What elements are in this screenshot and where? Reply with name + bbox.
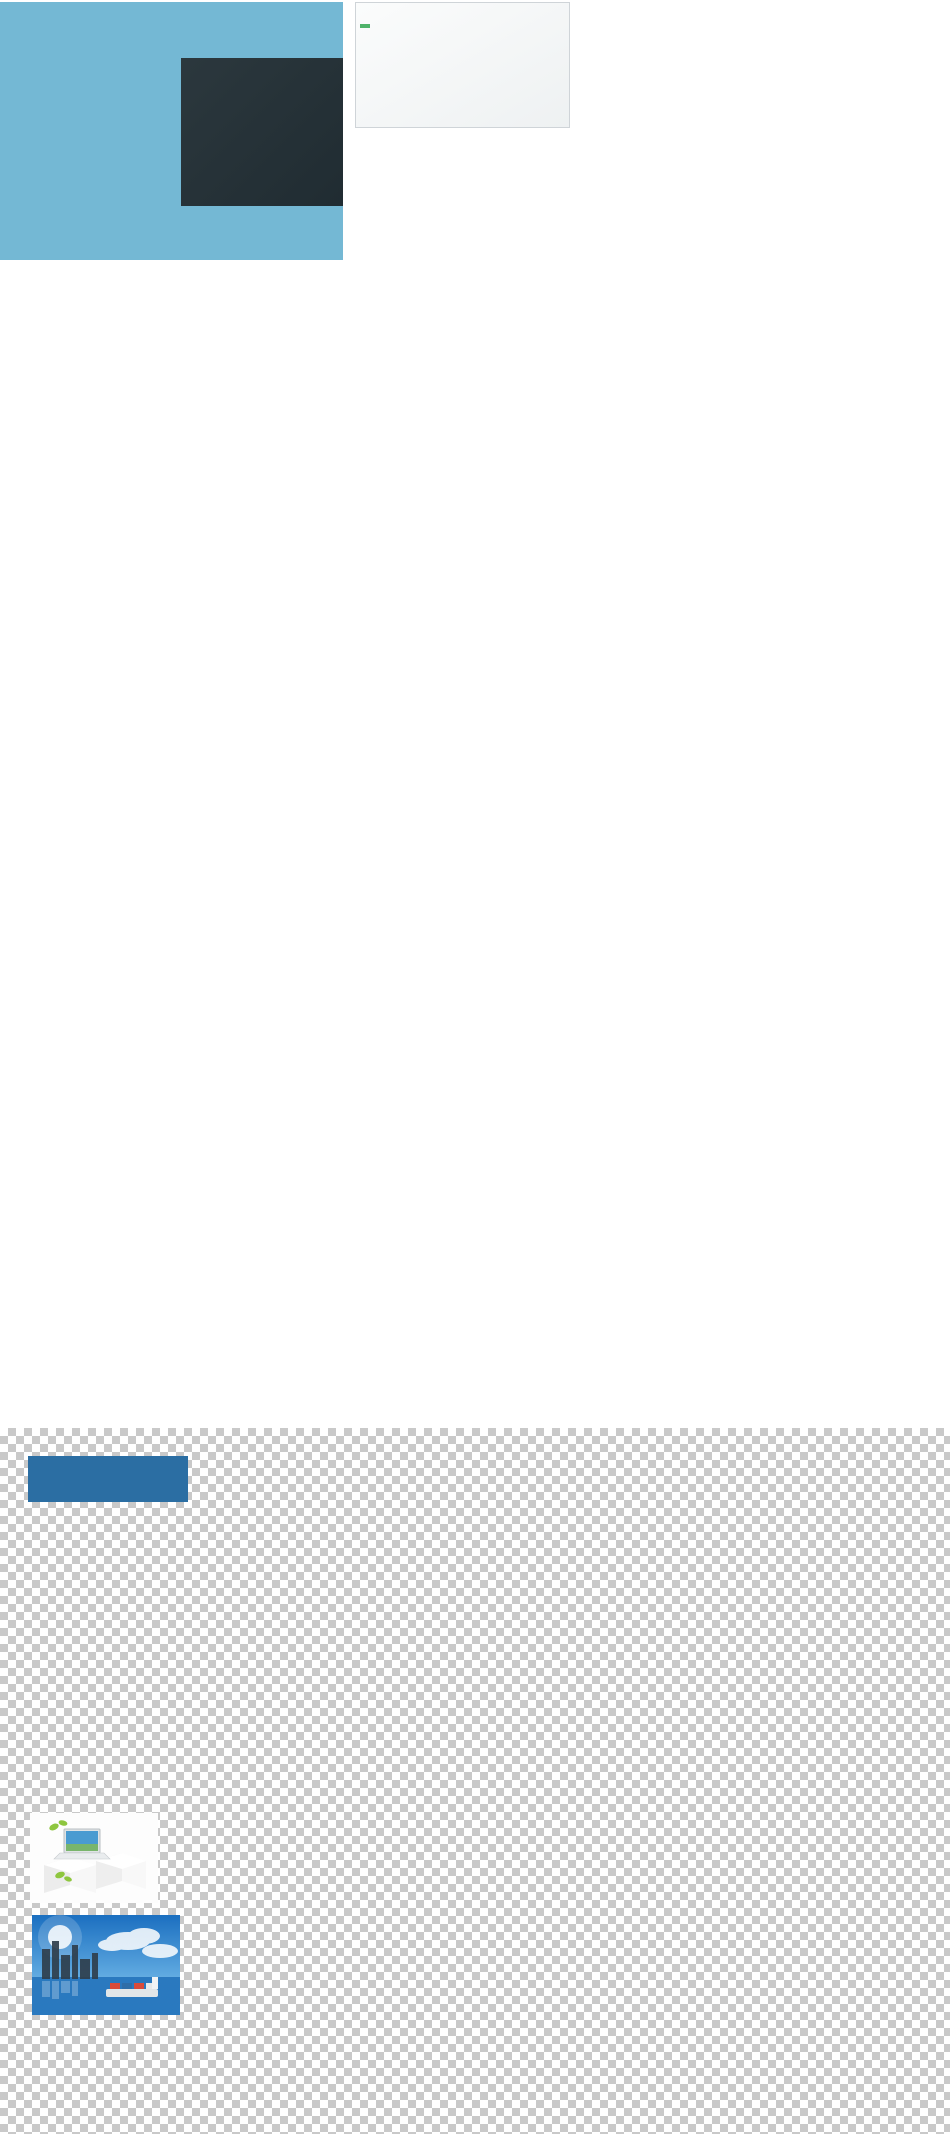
laptop-cubes-asset [30,1813,158,1903]
contents-label [360,24,370,28]
blue-cubes-image [320,1488,620,1758]
png-file-banner [28,1456,188,1502]
green-cubes-image [28,1518,312,1758]
png-section [0,1428,950,2134]
png-icon-grid [170,1814,930,2064]
title-slide [0,2,343,260]
title-panel [181,58,343,206]
city-ship-asset [32,1915,180,2015]
green-cube-background [356,3,416,127]
contents-slide[interactable] [355,2,570,128]
